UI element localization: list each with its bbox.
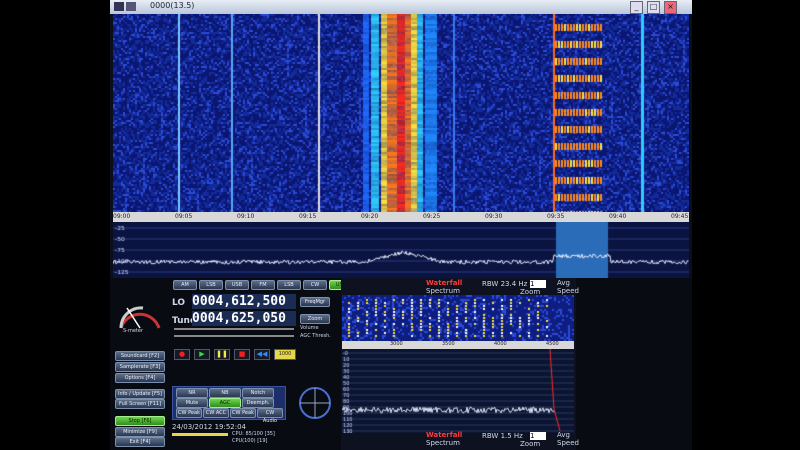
- dsp-row3-button-3[interactable]: CW Audio: [257, 408, 283, 424]
- mode-button-2[interactable]: USB: [225, 280, 249, 290]
- audio-waterfall[interactable]: [342, 295, 574, 341]
- waterfall-tick: 09:35: [547, 213, 565, 220]
- dsp-buttons: NR NB Notch Mute AGC Deemph. CW Peak CW ACC CW P…: [172, 386, 284, 424]
- audio-freq-tick: 4000: [494, 341, 507, 347]
- s-meter: S-meter: [115, 288, 163, 336]
- rbw-display-2: RBW 1.5 Hz: [482, 432, 523, 440]
- zoom-button[interactable]: Zoom: [300, 314, 330, 324]
- cpu-status: CPU: 85/100 [35]: [232, 431, 275, 437]
- audio-freq-tick: 4500: [546, 341, 559, 347]
- waterfall-tab-2[interactable]: Waterfall: [426, 431, 462, 439]
- menu-icon[interactable]: [126, 2, 136, 11]
- mode-button-4[interactable]: LSB: [277, 280, 301, 290]
- rewind-button[interactable]: ◀◀: [254, 349, 270, 360]
- rbw-display: RBW 23.4 Hz: [482, 280, 528, 288]
- play-button[interactable]: ▶: [194, 349, 210, 360]
- dsp-row2-button-0[interactable]: Mute: [176, 398, 208, 408]
- s-meter-label: S-meter: [123, 328, 144, 334]
- waterfall-tick: 09:20: [361, 213, 379, 220]
- waterfall-tick: 09:15: [299, 213, 317, 220]
- stop-button[interactable]: Stop [F6]: [115, 416, 165, 426]
- cpu-status-2: CPU(100) [19]: [232, 438, 268, 444]
- avg-label-2: Avg: [557, 431, 570, 439]
- info-update-button[interactable]: Info / Update [F5]: [115, 389, 165, 399]
- dsp-row3-button-0[interactable]: CW Peak: [176, 408, 202, 418]
- dsp-row1-button-1[interactable]: NB: [209, 388, 241, 398]
- dsp-row3-button-2[interactable]: CW Peak: [230, 408, 256, 418]
- dsp-row3-button-1[interactable]: CW ACC: [203, 408, 229, 418]
- pause-button[interactable]: ❚❚: [214, 349, 230, 360]
- cpu-bar: [172, 433, 228, 436]
- lo-frequency-display[interactable]: 0004,612,500: [192, 294, 296, 309]
- zoom-select[interactable]: 1: [530, 280, 546, 288]
- dsp-row2-button-2[interactable]: Deemph.: [242, 398, 274, 408]
- playback-counter: 1000: [274, 349, 296, 360]
- minimize-button[interactable]: Minimize [F9]: [115, 427, 165, 437]
- sdr-window: 0000(13.5) _ □ × 09:00 09:05 09:10 09:15 09:…: [110, 0, 692, 450]
- waterfall-tick: 09:00: [113, 213, 131, 220]
- polar-dial[interactable]: [298, 386, 332, 420]
- dsp-row1-button-0[interactable]: NR: [176, 388, 208, 398]
- waterfall-time-axis: 09:00 09:05 09:10 09:15 09:20 09:25 09:30 09:35…: [113, 212, 689, 222]
- tune-frequency-display[interactable]: 0004,625,050: [192, 311, 296, 326]
- full-screen-button[interactable]: Full Screen [F11]: [115, 399, 165, 409]
- window-title: 0000(13.5): [150, 1, 195, 10]
- mode-button-0[interactable]: AM: [173, 280, 197, 290]
- waterfall-tick: 09:45: [671, 213, 689, 220]
- audio-spectrum[interactable]: [342, 349, 574, 433]
- rf-spectrum[interactable]: [113, 222, 689, 278]
- waterfall-tab[interactable]: Waterfall: [426, 279, 462, 287]
- control-panel: S-meter AMLSBUSBFMLSBCWUSBDSB LO 0004,61…: [110, 278, 692, 450]
- mode-button-3[interactable]: FM: [251, 280, 275, 290]
- waterfall-tick: 09:10: [237, 213, 255, 220]
- freq-manager-button[interactable]: FreqMgr: [300, 297, 330, 307]
- title-bar: 0000(13.5) _ □ ×: [110, 0, 692, 14]
- zoom-label-2: Zoom: [520, 440, 541, 448]
- speed-label-2: Speed: [557, 439, 579, 447]
- volume-label: Volume: [300, 325, 319, 331]
- dsp-row2-button-1[interactable]: AGC: [209, 398, 241, 408]
- stop-playback-button[interactable]: ■: [234, 349, 250, 360]
- record-button[interactable]: ●: [174, 349, 190, 360]
- volume-slider[interactable]: [174, 328, 294, 330]
- minimize-window-button[interactable]: _: [630, 1, 643, 14]
- waterfall-tick: 09:40: [609, 213, 627, 220]
- mode-button-1[interactable]: LSB: [199, 280, 223, 290]
- spectrum-tab[interactable]: Spectrum: [426, 287, 460, 295]
- datetime: 24/03/2012 19:52:04: [172, 423, 247, 431]
- agc-slider[interactable]: [174, 335, 294, 337]
- samplerate-button[interactable]: Samplerate [F3]: [115, 362, 165, 372]
- app-icon: [114, 2, 124, 11]
- rf-waterfall[interactable]: [113, 14, 689, 212]
- avg-label: Avg: [557, 279, 570, 287]
- mode-button-5[interactable]: CW: [303, 280, 327, 290]
- waterfall-tick: 09:05: [175, 213, 193, 220]
- waterfall-tick: 09:30: [485, 213, 503, 220]
- soundcard-button[interactable]: Soundcard [F2]: [115, 351, 165, 361]
- agc-threshold-label: AGC Thresh.: [300, 333, 331, 339]
- close-window-button[interactable]: ×: [664, 1, 677, 14]
- spectrum-tab-2[interactable]: Spectrum: [426, 439, 460, 447]
- waterfall-tick: 09:25: [423, 213, 441, 220]
- lo-label: LO: [172, 298, 186, 308]
- maximize-window-button[interactable]: □: [647, 1, 660, 14]
- options-button[interactable]: Options [F4]: [115, 373, 165, 383]
- exit-button[interactable]: Exit [F4]: [115, 437, 165, 447]
- audio-freq-axis: 3000 3500 4000 4500: [342, 341, 574, 349]
- speed-label: Speed: [557, 287, 579, 295]
- dsp-row1-button-2[interactable]: Notch: [242, 388, 274, 398]
- audio-freq-tick: 3000: [390, 341, 403, 347]
- audio-freq-tick: 3500: [442, 341, 455, 347]
- zoom-select-2[interactable]: 1: [530, 432, 546, 440]
